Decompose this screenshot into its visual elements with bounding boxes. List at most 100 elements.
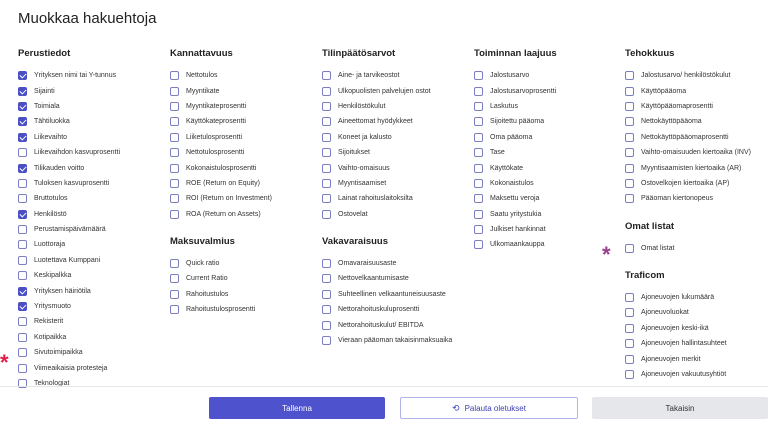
checkbox[interactable] [322, 163, 331, 173]
checkbox-row[interactable]: Myyntisaamisten kiertoaika (AR) [625, 160, 751, 175]
checkbox-row[interactable]: Jalostusarvoprosentti [474, 83, 557, 98]
checkbox-row[interactable]: Lainat rahoituslaitoksilta [322, 191, 452, 206]
checkbox[interactable] [625, 163, 634, 173]
checkbox-row[interactable]: Rahoitustulos [170, 287, 272, 302]
checkbox-row[interactable]: Käyttökateprosentti [170, 114, 272, 129]
checkbox[interactable] [474, 178, 483, 188]
checkbox-row[interactable]: Ajoneuvojen vakuutusyhtiöt [625, 367, 751, 382]
checkbox-checked[interactable] [18, 302, 27, 312]
checkbox-row[interactable]: Ostovelat [322, 207, 452, 222]
checkbox-row[interactable]: ROI (Return on Investment) [170, 191, 272, 206]
checkbox-row[interactable]: Myyntisaamiset [322, 176, 452, 191]
checkbox-row[interactable]: Liikevaihdon kasvuprosentti [18, 145, 120, 160]
checkbox[interactable] [322, 274, 331, 284]
checkbox-row[interactable]: Current Ratio [170, 271, 272, 286]
checkbox-row[interactable]: Sijoitukset [322, 145, 452, 160]
checkbox-row[interactable]: Ulkopuolisten palvelujen ostot [322, 83, 452, 98]
checkbox-row[interactable]: Aineettomat hyödykkeet [322, 114, 452, 129]
checkbox-checked[interactable] [18, 71, 27, 81]
checkbox[interactable] [18, 271, 27, 281]
checkbox[interactable] [625, 354, 634, 364]
checkbox[interactable] [170, 259, 179, 269]
checkbox-row[interactable]: Kokonaistulosprosentti [170, 160, 272, 175]
checkbox-row[interactable]: Rekisterit [18, 314, 120, 329]
checkbox[interactable] [170, 148, 179, 158]
checkbox[interactable] [474, 163, 483, 173]
checkbox[interactable] [322, 305, 331, 315]
checkbox-row[interactable]: Yrityksen nimi tai Y-tunnus [18, 68, 120, 83]
checkbox-row[interactable]: Kokonaistulos [474, 176, 557, 191]
checkbox-row[interactable]: Ajoneuvojen merkit [625, 351, 751, 366]
checkbox-row[interactable]: Ulkomaankauppa [474, 237, 557, 252]
checkbox[interactable] [322, 132, 331, 142]
checkbox-row[interactable]: Nettorahoituskulut/ EBITDA [322, 317, 452, 332]
checkbox[interactable] [170, 194, 179, 204]
checkbox-row[interactable]: Nettorahoituskuluprosentti [322, 302, 452, 317]
checkbox-row[interactable]: Toimiala [18, 99, 120, 114]
checkbox-row[interactable]: Nettokäyttöpääoma [625, 114, 751, 129]
checkbox-row[interactable]: Jalostusarvo/ henkilöstökulut [625, 68, 751, 83]
checkbox[interactable] [18, 348, 27, 358]
checkbox[interactable] [474, 132, 483, 142]
checkbox[interactable] [322, 86, 331, 96]
checkbox-row[interactable]: Vaihto-omaisuuden kiertoaika (INV) [625, 145, 751, 160]
checkbox[interactable] [18, 255, 27, 265]
checkbox-row[interactable]: Luottoraja [18, 237, 120, 252]
checkbox[interactable] [625, 243, 634, 253]
checkbox[interactable] [18, 225, 27, 235]
checkbox[interactable] [170, 86, 179, 96]
checkbox[interactable] [625, 293, 634, 303]
checkbox[interactable] [625, 86, 634, 96]
checkbox-row[interactable]: Nettotulos [170, 68, 272, 83]
checkbox[interactable] [170, 305, 179, 315]
checkbox-checked[interactable] [18, 86, 27, 96]
checkbox[interactable] [170, 209, 179, 219]
checkbox-row[interactable]: Sijoitettu pääoma [474, 114, 557, 129]
checkbox-row[interactable]: Tilikauden voitto [18, 160, 120, 175]
checkbox[interactable] [322, 117, 331, 127]
checkbox[interactable] [474, 194, 483, 204]
checkbox-row[interactable]: Sivutoimipaikka [18, 345, 120, 360]
checkbox-row[interactable]: Ajoneuvojen lukumäärä [625, 290, 751, 305]
checkbox-row[interactable]: Tähtiluokka [18, 114, 120, 129]
save-button[interactable]: Tallenna [209, 397, 385, 419]
checkbox-row[interactable]: Henkilöstökulut [322, 99, 452, 114]
checkbox[interactable] [18, 194, 27, 204]
checkbox[interactable] [18, 317, 27, 327]
checkbox-row[interactable]: Ajoneuvojen hallintasuhteet [625, 336, 751, 351]
checkbox[interactable] [18, 178, 27, 188]
checkbox-checked[interactable] [18, 117, 27, 127]
checkbox[interactable] [170, 289, 179, 299]
checkbox-row[interactable]: Käyttöpääomaprosentti [625, 99, 751, 114]
checkbox-row[interactable]: Kotipaikka [18, 330, 120, 345]
checkbox[interactable] [474, 240, 483, 250]
checkbox[interactable] [18, 148, 27, 158]
checkbox-row[interactable]: Jalostusarvo [474, 68, 557, 83]
checkbox[interactable] [322, 289, 331, 299]
checkbox-checked[interactable] [18, 286, 27, 296]
checkbox-row[interactable]: Koneet ja kalusto [322, 130, 452, 145]
checkbox[interactable] [322, 259, 331, 269]
checkbox[interactable] [322, 320, 331, 330]
checkbox-row[interactable]: Vaihto-omaisuus [322, 160, 452, 175]
checkbox-row[interactable]: Keskipalkka [18, 268, 120, 283]
checkbox-row[interactable]: Viimeaikaisia protesteja [18, 360, 120, 375]
checkbox-row[interactable]: Nettokäyttöpääomaprosentti [625, 130, 751, 145]
checkbox-row[interactable]: Myyntikate [170, 83, 272, 98]
checkbox-row[interactable]: Laskutus [474, 99, 557, 114]
checkbox[interactable] [625, 117, 634, 127]
checkbox-row[interactable]: Pääoman kiertonopeus [625, 191, 751, 206]
reset-defaults-button[interactable]: ⟲ Palauta oletukset [400, 397, 578, 419]
checkbox[interactable] [625, 323, 634, 333]
checkbox[interactable] [474, 71, 483, 81]
checkbox-row[interactable]: Käyttökate [474, 160, 557, 175]
checkbox-row[interactable]: Ajoneuvojen keski-ikä [625, 321, 751, 336]
checkbox[interactable] [625, 178, 634, 188]
checkbox-row[interactable]: Nettovelkaantumisaste [322, 271, 452, 286]
checkbox[interactable] [625, 194, 634, 204]
checkbox[interactable] [170, 178, 179, 188]
checkbox-checked[interactable] [18, 209, 27, 219]
checkbox[interactable] [322, 148, 331, 158]
checkbox[interactable] [474, 101, 483, 111]
checkbox[interactable] [170, 117, 179, 127]
